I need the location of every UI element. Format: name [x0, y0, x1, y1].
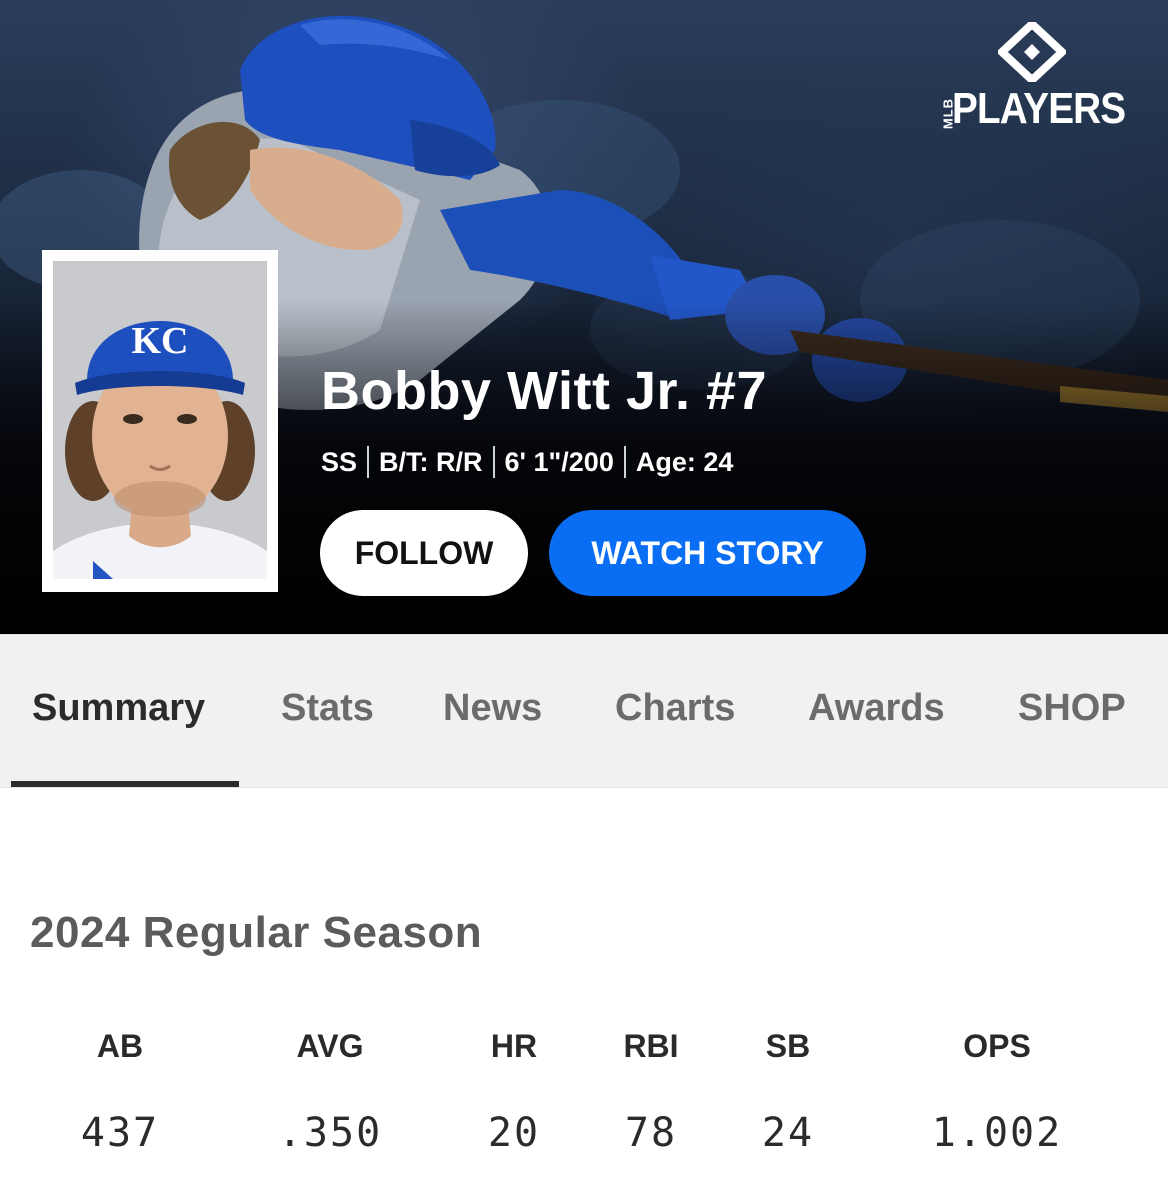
player-age: Age: 24: [635, 446, 734, 477]
active-tab-indicator: [11, 781, 239, 787]
player-position: SS: [321, 446, 358, 477]
player-bats-throws: B/T: R/R: [379, 446, 483, 477]
stat-value: 437: [80, 1110, 160, 1156]
watch-story-button[interactable]: WATCH STORY: [549, 510, 866, 596]
tab-news[interactable]: News: [443, 687, 542, 730]
tab-awards[interactable]: Awards: [808, 687, 945, 730]
player-height-weight: 6' 1"/200: [504, 446, 614, 477]
stat-ab: AB 437: [20, 1028, 220, 1156]
tab-shop[interactable]: SHOP: [1018, 687, 1126, 730]
stat-value: 24: [761, 1110, 815, 1156]
stat-avg: AVG .350: [230, 1028, 430, 1156]
stat-label: AVG: [296, 1028, 364, 1064]
meta-divider: [623, 446, 626, 478]
stat-value: 1.002: [931, 1110, 1063, 1156]
mlbpa-diamond-icon: [998, 22, 1066, 82]
player-headshot: KC: [53, 261, 267, 579]
player-hero-banner: MLB PLAYERS KC Bobby Witt Jr. #7 SS B/T:…: [0, 0, 1168, 634]
profile-tab-bar: Summary Stats News Charts Awards SHOP: [0, 634, 1168, 788]
stat-label: AB: [96, 1028, 144, 1064]
mlb-players-logo[interactable]: MLB PLAYERS: [934, 22, 1150, 134]
stat-ops: OPS 1.002: [897, 1028, 1097, 1156]
meta-divider: [367, 446, 370, 478]
meta-divider: [492, 446, 495, 478]
kc-cap-logo: KC: [132, 320, 189, 362]
tab-summary[interactable]: Summary: [32, 687, 205, 730]
stat-label: SB: [765, 1028, 811, 1064]
stat-label: OPS: [963, 1028, 1031, 1064]
follow-button[interactable]: FOLLOW: [320, 510, 528, 596]
tab-stats[interactable]: Stats: [281, 687, 374, 730]
player-name: Bobby Witt Jr. #7: [321, 361, 768, 421]
player-headshot-card: KC: [42, 250, 278, 592]
player-bio-line: SS B/T: R/R 6' 1"/200 Age: 24: [321, 446, 733, 478]
stat-sb: SB 24: [688, 1028, 888, 1156]
season-title: 2024 Regular Season: [30, 908, 483, 957]
logo-players-text: PLAYERS: [952, 84, 1126, 133]
stat-value: .350: [277, 1110, 383, 1156]
tab-charts[interactable]: Charts: [615, 687, 735, 730]
